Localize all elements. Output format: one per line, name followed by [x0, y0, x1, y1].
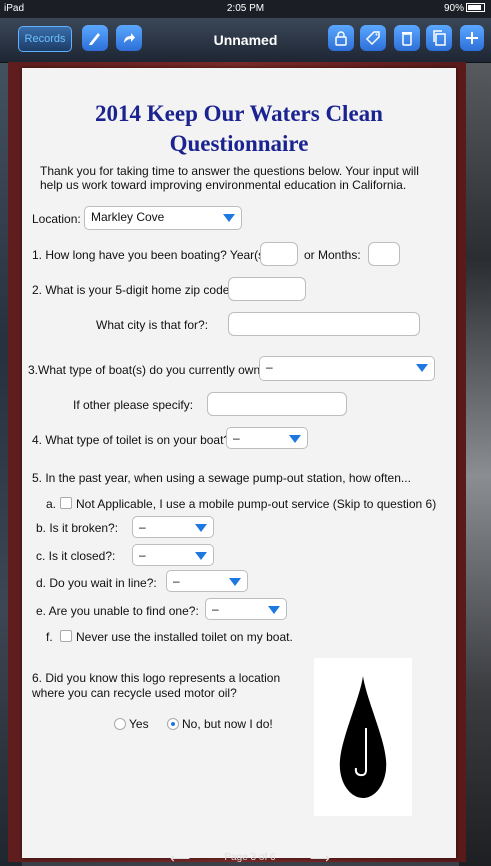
- chevron-down-icon: [416, 364, 428, 372]
- lock-button[interactable]: [328, 25, 354, 51]
- copy-icon: [433, 30, 446, 46]
- boat-type-value: –: [266, 360, 273, 374]
- q1-label: 1. How long have you been boating? Year(…: [32, 248, 272, 262]
- chevron-down-icon: [229, 578, 241, 586]
- trash-button[interactable]: [394, 25, 420, 51]
- chevron-down-icon: [289, 435, 301, 443]
- location-select[interactable]: Markley Cove: [84, 206, 242, 230]
- page-indicator: Page 3 of 6: [224, 852, 276, 863]
- wait-in-line-select[interactable]: –: [166, 570, 248, 592]
- q5f-checkbox[interactable]: [60, 630, 72, 642]
- q5d-label: d. Do you wait in line?:: [36, 576, 157, 590]
- intro-text: Thank you for taking time to answer the …: [40, 164, 419, 192]
- broken-select[interactable]: –: [132, 516, 214, 538]
- q6-line1: 6. Did you know this logo represents a l…: [32, 671, 281, 685]
- oil-recycling-logo: [314, 658, 412, 816]
- q5-label: 5. In the past year, when using a sewage…: [32, 471, 411, 485]
- chevron-down-icon: [223, 214, 235, 222]
- location-label: Location:: [32, 212, 81, 226]
- form-title-line2: Questionnaire: [169, 131, 309, 156]
- years-field[interactable]: [260, 242, 298, 266]
- toilet-type-select[interactable]: –: [226, 427, 308, 449]
- status-bar: iPad 2:05 PM 90%: [0, 0, 491, 18]
- unable-to-find-value: –: [212, 602, 219, 616]
- plus-icon: [466, 32, 478, 44]
- months-field[interactable]: [368, 242, 400, 266]
- oil-drop-icon: [339, 676, 387, 798]
- q5f-letter: f.: [46, 630, 53, 644]
- trash-icon: [402, 32, 412, 46]
- q2b-label: What city is that for?:: [96, 318, 209, 332]
- q6-no-radio[interactable]: [167, 718, 179, 730]
- other-boat-field[interactable]: [207, 392, 347, 416]
- q5c-label: c. Is it closed?:: [36, 549, 116, 563]
- q6-no-label: No, but now I do!: [182, 717, 273, 731]
- pager: ⟵ Page 3 of 6 ⟶: [170, 851, 330, 866]
- q1-months-label: or Months:: [304, 248, 361, 262]
- q3-label: 3.What type of boat(s) do you currently …: [28, 363, 271, 377]
- battery-indicator: 90%: [444, 3, 485, 14]
- q6-yes-radio[interactable]: [114, 718, 126, 730]
- chevron-down-icon: [195, 524, 207, 532]
- chevron-down-icon: [195, 552, 207, 560]
- q6-line2: where you can recycle used motor oil?: [32, 686, 237, 700]
- q5a-letter: a.: [46, 497, 57, 511]
- q6-yes-label: Yes: [129, 717, 149, 731]
- closed-value: –: [139, 548, 146, 562]
- zip-code-field[interactable]: [228, 277, 306, 301]
- location-value: Markley Cove: [91, 210, 165, 224]
- battery-percent: 90%: [443, 3, 464, 14]
- q2-label: 2. What is your 5-digit home zip code:: [32, 283, 233, 297]
- broken-value: –: [139, 520, 146, 534]
- tag-icon: [365, 31, 380, 46]
- tag-button[interactable]: [360, 25, 386, 51]
- wait-in-line-value: –: [173, 574, 180, 588]
- previous-page-arrow-icon[interactable]: ⟵: [170, 851, 190, 865]
- toolbar: Records Unnamed: [0, 18, 491, 63]
- form-title-line1: 2014 Keep Our Waters Clean: [95, 101, 383, 126]
- chevron-down-icon: [268, 606, 280, 614]
- battery-icon: [466, 3, 485, 12]
- copy-button[interactable]: [426, 25, 452, 51]
- q4-label: 4. What type of toilet is on your boat?:: [32, 433, 234, 447]
- lock-icon: [335, 31, 347, 46]
- q5e-label: e. Are you unable to find one?:: [36, 604, 199, 618]
- q5f-text: Never use the installed toilet on my boa…: [76, 630, 293, 644]
- q5a-text: Not Applicable, I use a mobile pump-out …: [76, 497, 437, 511]
- clock: 2:05 PM: [226, 3, 265, 14]
- q3b-label: If other please specify:: [73, 398, 194, 412]
- boat-type-select[interactable]: –: [259, 356, 435, 381]
- toilet-type-value: –: [233, 431, 240, 445]
- next-page-arrow-icon[interactable]: ⟶: [310, 851, 330, 865]
- closed-select[interactable]: –: [132, 544, 214, 566]
- q5b-label: b. Is it broken?:: [36, 521, 119, 535]
- city-field[interactable]: [228, 312, 420, 336]
- add-button[interactable]: [460, 25, 484, 51]
- unable-to-find-select[interactable]: –: [205, 598, 287, 620]
- q5a-checkbox[interactable]: [60, 497, 72, 509]
